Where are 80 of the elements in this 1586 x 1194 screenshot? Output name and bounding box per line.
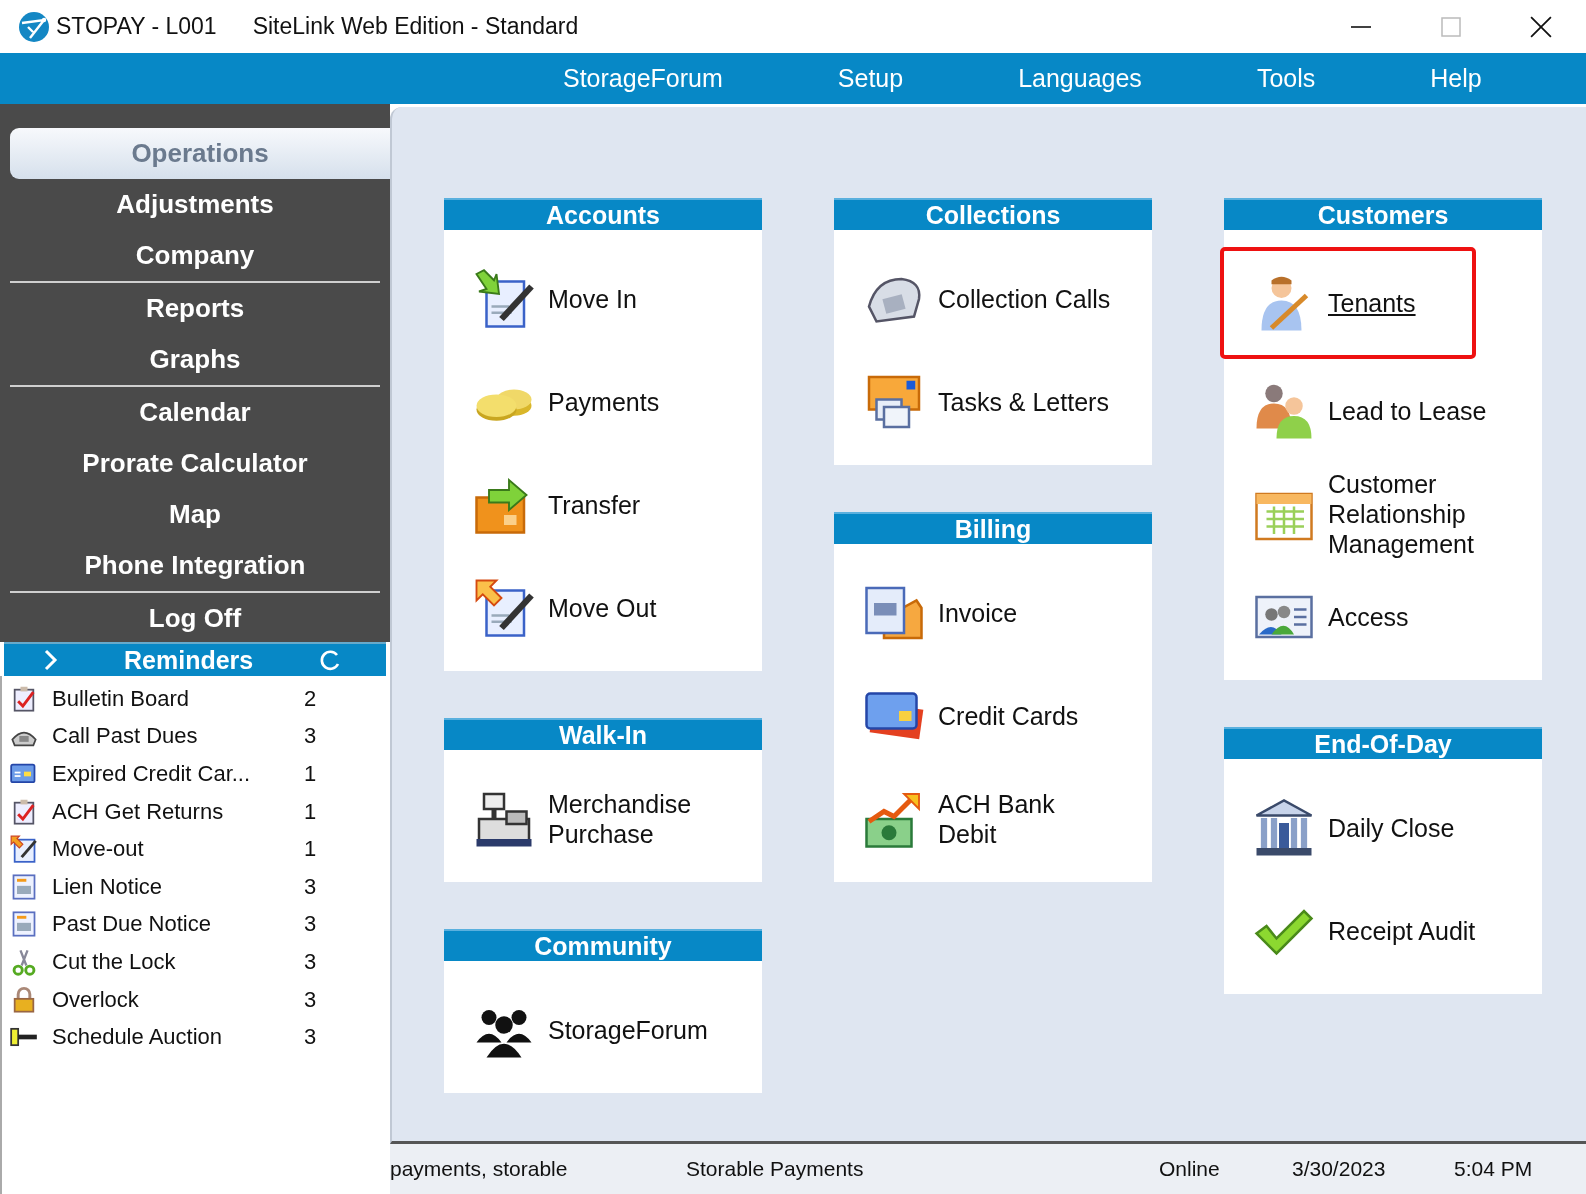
tile-link[interactable]: Merchandise Purchase (440, 767, 752, 870)
reminder-count: 1 (304, 836, 317, 863)
document-list-icon (10, 872, 38, 901)
reminder-label[interactable]: ACH Get Returns (52, 798, 304, 825)
tile-link[interactable]: Customer Relationship Management (1220, 462, 1534, 565)
status-text: 5:04 PM (1454, 1157, 1534, 1181)
panel-header: Collections (834, 198, 1152, 230)
tile-link[interactable]: Collection Calls (830, 247, 1171, 350)
tile-link[interactable]: Transfer (440, 453, 701, 556)
nav-button[interactable]: Graphs (10, 334, 380, 385)
nav-button[interactable]: Company (10, 230, 380, 281)
refresh-icon[interactable] (319, 649, 342, 671)
logo-icon (18, 10, 50, 43)
menu-item[interactable]: Tools (1256, 64, 1316, 93)
nav-button[interactable]: Reports (10, 283, 380, 334)
nav-button[interactable]: Calendar (10, 387, 380, 438)
document-pencil-icon (10, 835, 38, 864)
chevron-right-icon[interactable] (44, 649, 58, 671)
reminder-count: 3 (304, 723, 317, 750)
menu-item[interactable]: Languages (1018, 64, 1142, 93)
tile-link[interactable]: ACH Bank Debit (830, 767, 1115, 870)
nav-button[interactable]: Map (10, 489, 380, 540)
scissors-icon (10, 947, 38, 976)
panel-header: Accounts (444, 198, 762, 230)
menu-item[interactable]: StorageForum (563, 64, 723, 93)
tile-link[interactable]: Move Out (440, 556, 717, 659)
reminder-label[interactable]: Cut the Lock (52, 948, 304, 975)
tile-link[interactable]: Tenants (1220, 247, 1476, 359)
panel-header: Community (444, 929, 762, 961)
menu-item[interactable]: Help (1430, 64, 1482, 93)
reminder-count: 1 (304, 798, 317, 825)
nav-button[interactable]: Operations (10, 128, 390, 179)
document-pencil-icon (474, 577, 534, 638)
reminder-label[interactable]: Lien Notice (52, 873, 304, 900)
tile-link[interactable]: Credit Cards (830, 664, 1139, 767)
reminder-label[interactable]: Overlock (52, 986, 304, 1013)
reminder-label[interactable]: Past Due Notice (52, 911, 304, 938)
panel-header: Walk-In (444, 718, 762, 750)
tile-link[interactable]: Tasks & Letters (830, 350, 1169, 453)
reminder-count: 3 (304, 911, 317, 938)
reminder-label[interactable]: Schedule Auction (52, 1024, 304, 1051)
document-pencil-icon (474, 268, 534, 329)
reminder-count: 2 (304, 685, 317, 712)
nav-button[interactable]: Adjustments (10, 179, 380, 230)
panel-header: End-Of-Day (1224, 727, 1542, 759)
reminder-label[interactable]: Move-out (52, 836, 304, 863)
tile-link[interactable]: Daily Close (1220, 776, 1515, 879)
reminder-count: 3 (304, 948, 317, 975)
bank-icon (1254, 797, 1314, 858)
reminders-title: Reminders (124, 645, 254, 675)
panel-header: Customers (1224, 198, 1542, 230)
close-icon (1530, 15, 1552, 38)
reminder-label[interactable]: Expired Credit Car... (52, 761, 304, 787)
status-text: payments, storable (390, 1157, 569, 1181)
nav-button[interactable]: Phone Integration (10, 540, 380, 591)
reminder-count: 3 (304, 873, 317, 900)
reminder-count: 3 (304, 1024, 317, 1051)
document-list-icon (10, 910, 38, 939)
reminder-count: 3 (304, 986, 317, 1013)
app-code: STOPAY - L001 (56, 13, 217, 40)
tile-link[interactable]: Payments (440, 350, 720, 453)
tile-link[interactable]: Lead to Lease (1220, 359, 1547, 462)
nav-button[interactable]: Log Off (10, 593, 380, 644)
reminder-count: 1 (304, 761, 317, 787)
reminder-label[interactable]: Call Past Dues (52, 723, 304, 750)
status-text: Storable Payments (686, 1157, 865, 1181)
panel-header: Billing (834, 512, 1152, 544)
tile-link[interactable]: Move In (440, 247, 697, 350)
menu-item[interactable]: Setup (837, 64, 904, 93)
status-text: Online (1159, 1157, 1221, 1181)
tile-link[interactable]: StorageForum (440, 978, 768, 1081)
reminder-label[interactable]: Bulletin Board (52, 685, 304, 712)
maximize-icon (1441, 16, 1461, 37)
tile-link[interactable]: Receipt Audit (1220, 879, 1536, 982)
tile-link[interactable]: Invoice (830, 561, 1078, 664)
tile-link[interactable]: Access (1220, 565, 1469, 668)
status-text: 3/30/2023 (1292, 1157, 1387, 1181)
window-title: SiteLink Web Edition - Standard (252, 13, 579, 40)
minimize-icon (1350, 25, 1372, 28)
nav-button[interactable]: Prorate Calculator (10, 438, 380, 489)
